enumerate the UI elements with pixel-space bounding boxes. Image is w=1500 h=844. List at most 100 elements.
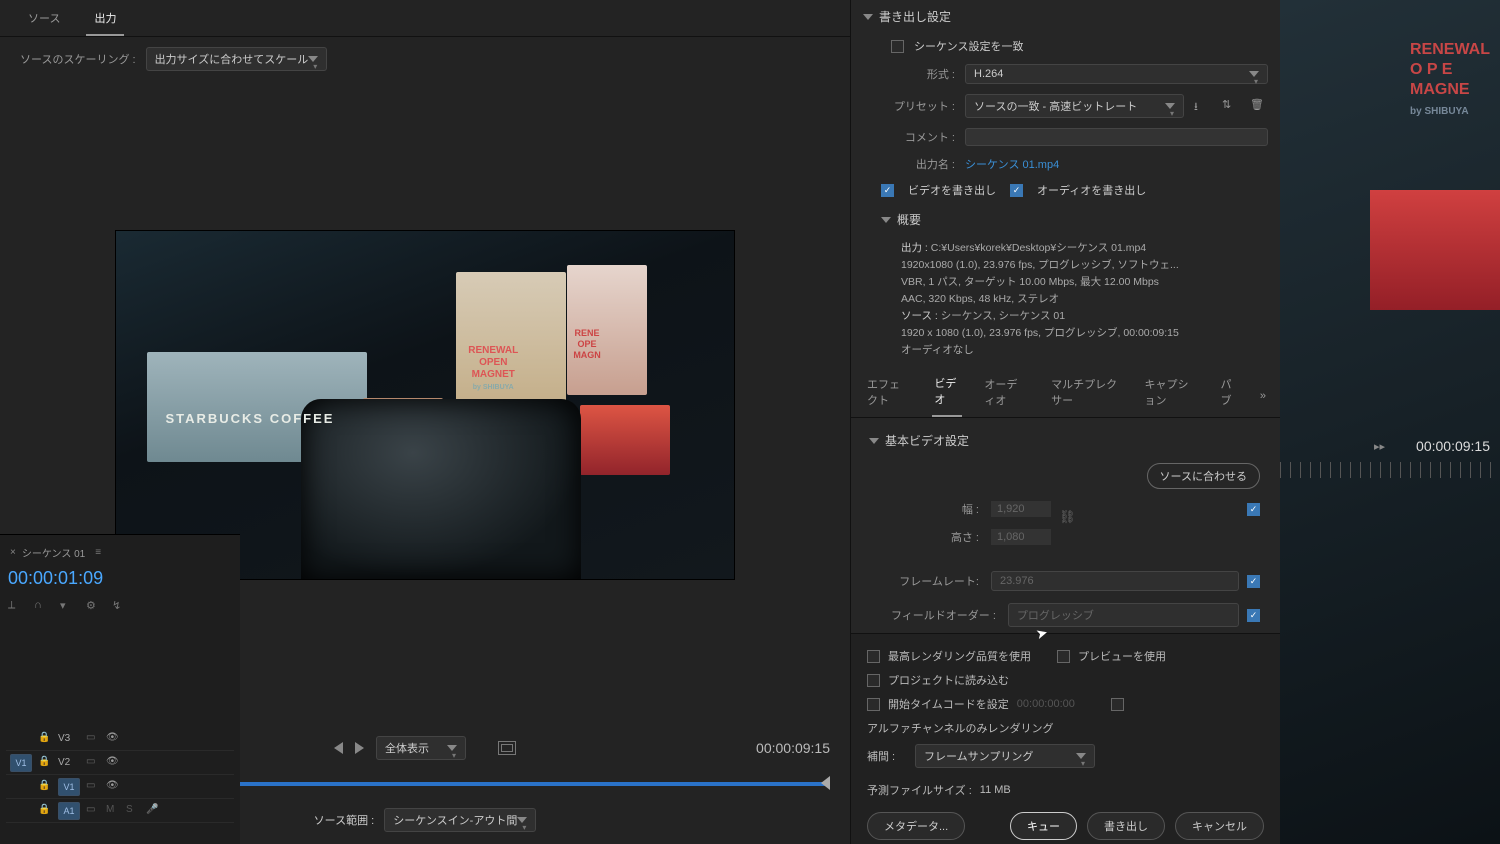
step-back-icon[interactable]: [334, 742, 343, 754]
bg-text-magnet: RENEWALO P EMAGNEby SHIBUYA: [1410, 40, 1490, 122]
field-order-select[interactable]: プログレッシブ: [1008, 603, 1239, 627]
field-order-label: フィールドオーダー :: [891, 607, 1008, 623]
width-lock-checkbox[interactable]: [1247, 503, 1260, 516]
cancel-button[interactable]: キャンセル: [1175, 812, 1264, 840]
chevron-down-icon: [869, 438, 879, 444]
max-quality-label: 最高レンダリング品質を使用: [888, 648, 1031, 664]
export-audio-label: オーディオを書き出し: [1037, 182, 1146, 198]
max-quality-checkbox[interactable]: [867, 650, 880, 663]
track-v2-label[interactable]: V2: [58, 757, 80, 768]
lock-icon[interactable]: 🔒: [38, 804, 52, 818]
save-preset-icon[interactable]: ⭳: [1194, 98, 1212, 114]
solo-icon[interactable]: S: [126, 804, 140, 818]
import-project-checkbox[interactable]: [867, 674, 880, 687]
track-v3-label[interactable]: V3: [58, 733, 80, 744]
track-a1-label[interactable]: A1: [58, 802, 80, 820]
sync-lock-icon[interactable]: ▭: [86, 780, 100, 794]
export-frame-icon[interactable]: ▸▸: [1374, 440, 1385, 453]
field-lock-checkbox[interactable]: [1247, 609, 1260, 622]
video-preview[interactable]: STARBUCKS COFFEE RENEWALOPENMAGNETby SHI…: [115, 230, 735, 580]
tab-multiplexer[interactable]: マルチプレクサー: [1049, 376, 1122, 416]
tabs-overflow-icon[interactable]: »: [1260, 390, 1266, 402]
eye-icon[interactable]: [106, 780, 120, 794]
width-label: 幅 :: [891, 501, 991, 517]
height-label: 高さ :: [891, 529, 991, 545]
basic-video-header[interactable]: 基本ビデオ設定: [885, 432, 969, 449]
delete-preset-icon[interactable]: 🗑: [1250, 98, 1268, 114]
export-video-checkbox[interactable]: [881, 184, 894, 197]
marker-icon[interactable]: ▾: [60, 599, 74, 613]
timeline-timecode[interactable]: 00:00:01:09: [6, 564, 234, 593]
preset-select[interactable]: ソースの一致 - 高速ビットレート▾: [965, 94, 1184, 118]
track-target-v1[interactable]: V1: [10, 754, 32, 772]
close-tab-icon[interactable]: ×: [10, 547, 16, 558]
tab-video[interactable]: ビデオ: [932, 375, 962, 417]
source-range-label: ソース範囲 :: [314, 812, 375, 828]
panel-menu-icon[interactable]: ≡: [95, 547, 101, 558]
lock-icon[interactable]: 🔒: [38, 732, 52, 746]
comment-label: コメント :: [891, 129, 955, 145]
wrench-icon[interactable]: ↯: [112, 599, 126, 613]
height-input[interactable]: 1,080: [991, 529, 1051, 545]
timeline-ruler[interactable]: [1280, 462, 1500, 478]
voice-over-icon[interactable]: 🎤: [146, 804, 160, 818]
source-scaling-select[interactable]: 出力サイズに合わせてスケール▾: [146, 47, 328, 71]
start-tc-checkbox[interactable]: [867, 698, 880, 711]
import-preset-icon[interactable]: ⇅: [1222, 98, 1240, 114]
snap-icon[interactable]: ⟂: [8, 599, 22, 613]
preview-text-magnet2: RENEOPEMAGN: [573, 328, 601, 361]
metadata-button[interactable]: メタデータ...: [867, 812, 965, 840]
link-dimensions-icon[interactable]: ⛓: [1059, 509, 1076, 525]
summary-header[interactable]: 概要: [897, 211, 921, 228]
lock-icon[interactable]: 🔒: [38, 756, 52, 770]
zoom-fit-select[interactable]: 全体表示▾: [376, 736, 466, 760]
fps-label: フレームレート:: [891, 573, 991, 589]
match-sequence-label: シーケンス設定を一致: [914, 38, 1023, 54]
preview-text-magnet: RENEWALOPENMAGNETby SHIBUYA: [468, 345, 518, 394]
chevron-down-icon: [881, 217, 891, 223]
sync-lock-icon[interactable]: ▭: [86, 756, 100, 770]
interpolation-label: 補間 :: [867, 748, 907, 764]
tab-source[interactable]: ソース: [20, 6, 68, 36]
sync-lock-icon[interactable]: ▭: [86, 804, 100, 818]
estimated-size-label: 予測ファイルサイズ :: [867, 782, 972, 798]
format-select[interactable]: H.264▾: [965, 64, 1268, 84]
match-sequence-checkbox[interactable]: [891, 40, 904, 53]
export-settings-header[interactable]: 書き出し設定: [851, 0, 1280, 33]
lock-icon[interactable]: 🔒: [38, 780, 52, 794]
step-forward-icon[interactable]: [355, 742, 364, 754]
tab-caption[interactable]: キャプション: [1143, 376, 1199, 416]
mute-icon[interactable]: M: [106, 804, 120, 818]
source-scaling-label: ソースのスケーリング :: [20, 51, 136, 67]
tab-audio[interactable]: オーディオ: [982, 376, 1029, 416]
fps-select[interactable]: 23.976: [991, 571, 1239, 591]
export-video-label: ビデオを書き出し: [908, 182, 996, 198]
export-audio-checkbox[interactable]: [1010, 184, 1023, 197]
import-project-label: プロジェクトに読み込む: [888, 672, 1009, 688]
export-button[interactable]: 書き出し: [1087, 812, 1165, 840]
fps-lock-checkbox[interactable]: [1247, 575, 1260, 588]
use-preview-checkbox[interactable]: [1057, 650, 1070, 663]
width-input[interactable]: 1,920: [991, 501, 1051, 517]
tab-output[interactable]: 出力: [86, 6, 124, 36]
tab-effects[interactable]: エフェクト: [865, 376, 912, 416]
settings-icon[interactable]: ⚙: [86, 599, 100, 613]
source-range-select[interactable]: シーケンスイン-アウト間▾: [384, 808, 536, 832]
linked-selection-icon[interactable]: ∩: [34, 599, 48, 613]
interpolation-select[interactable]: フレームサンプリング▾: [915, 744, 1095, 768]
match-source-button[interactable]: ソースに合わせる: [1147, 463, 1260, 489]
eye-icon[interactable]: [106, 756, 120, 770]
out-point-handle[interactable]: [821, 776, 830, 790]
safe-margins-icon[interactable]: [498, 741, 516, 755]
sync-lock-icon[interactable]: ▭: [86, 732, 100, 746]
output-name-link[interactable]: シーケンス 01.mp4: [965, 156, 1059, 172]
chevron-down-icon: ▾: [308, 56, 318, 62]
alpha-only-checkbox[interactable]: [1111, 698, 1124, 711]
eye-icon[interactable]: [106, 732, 120, 746]
queue-button[interactable]: キュー: [1010, 812, 1077, 840]
track-v1-label[interactable]: V1: [58, 778, 80, 796]
summary-output: 出力 : C:¥Users¥korek¥Desktop¥シーケンス 01.mp4…: [851, 236, 1280, 367]
tab-publish[interactable]: パブ: [1219, 376, 1240, 416]
sequence-tab-name[interactable]: シーケンス 01: [22, 545, 85, 560]
comment-input[interactable]: [965, 128, 1268, 146]
